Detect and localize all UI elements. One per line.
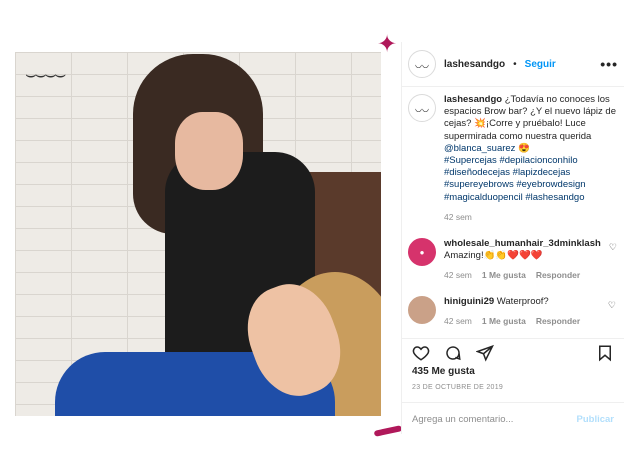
likes-count[interactable]: 435 Me gusta [412, 366, 475, 377]
more-options-icon[interactable]: ••• [600, 56, 618, 72]
decorative-bar [373, 425, 403, 437]
post-header: ◡◡ lashesandgo • Seguir ••• [408, 48, 618, 80]
action-bar [412, 344, 614, 366]
publish-button[interactable]: Publicar [577, 414, 615, 425]
comment-time: 42 sem [444, 316, 472, 326]
save-bookmark-icon[interactable] [596, 344, 614, 367]
comment-bubble-icon[interactable] [444, 344, 462, 367]
comment-reply-link[interactable]: Responder [536, 315, 580, 327]
post-side-panel: ◡◡ lashesandgo • Seguir ••• ◡◡ lashesand… [401, 42, 624, 434]
comment-username[interactable]: hiniguini29 [444, 296, 494, 307]
comment-form: Publicar [402, 404, 624, 434]
separator-dot: • [513, 58, 517, 70]
lashes-logo-icon: ⌣⌣⌣⌣ [25, 64, 66, 84]
avatar-logo-icon: ◡◡ [415, 103, 429, 113]
comment-likes-link[interactable]: 1 Me gusta [482, 269, 526, 281]
stylist-face-shape [175, 112, 243, 190]
comment-username[interactable]: wholesale_humanhair_3dminklash [444, 238, 601, 250]
caption: ◡◡ lashesandgo ¿Todavía no conoces los e… [408, 94, 616, 222]
caption-body-2: 😍 [515, 142, 530, 154]
comment-item: ● wholesale_humanhair_3dminklash Amazing… [408, 238, 617, 281]
author-username[interactable]: lashesandgo [444, 59, 505, 70]
caption-time: 42 sem [444, 211, 472, 222]
comment-likes-link[interactable]: 1 Me gusta [482, 315, 526, 327]
caption-mention-link[interactable]: @blanca_suarez [444, 143, 515, 154]
like-heart-icon[interactable] [412, 344, 430, 367]
comment-item: hiniguini29 Waterproof? 42 sem 1 Me gust… [408, 296, 616, 327]
post-image[interactable]: ⌣⌣⌣⌣ [15, 52, 381, 416]
caption-text: lashesandgo ¿Todavía no conoces los espa… [444, 94, 616, 204]
lips-icon: ● [419, 247, 425, 257]
actions-divider [402, 338, 624, 339]
comment-like-heart-icon[interactable]: ♡ [609, 242, 617, 281]
share-paper-plane-icon[interactable] [475, 344, 494, 367]
caption-username[interactable]: lashesandgo [444, 94, 502, 105]
author-avatar[interactable]: ◡◡ [408, 50, 436, 78]
comment-reply-link[interactable]: Responder [536, 269, 580, 281]
header-divider [402, 86, 624, 87]
post-date: 23 DE OCTUBRE DE 2019 [412, 384, 504, 391]
caption-avatar[interactable]: ◡◡ [408, 94, 436, 122]
comment-like-heart-icon[interactable]: ♡ [608, 300, 616, 327]
comment-input[interactable] [412, 413, 577, 425]
avatar-logo-icon: ◡◡ [415, 59, 429, 69]
commenter-avatar[interactable]: ● [408, 238, 436, 266]
follow-button[interactable]: Seguir [525, 59, 556, 70]
caption-hashtags[interactable]: #Supercejas #depilacionconhilo #diseñode… [444, 155, 586, 203]
comment-box-divider [402, 402, 624, 403]
comment-time: 42 sem [444, 270, 472, 280]
comment-text: Waterproof? [496, 296, 549, 307]
commenter-avatar[interactable] [408, 296, 436, 324]
comment-text: Amazing!👏👏❤️❤️❤️ [444, 250, 543, 261]
